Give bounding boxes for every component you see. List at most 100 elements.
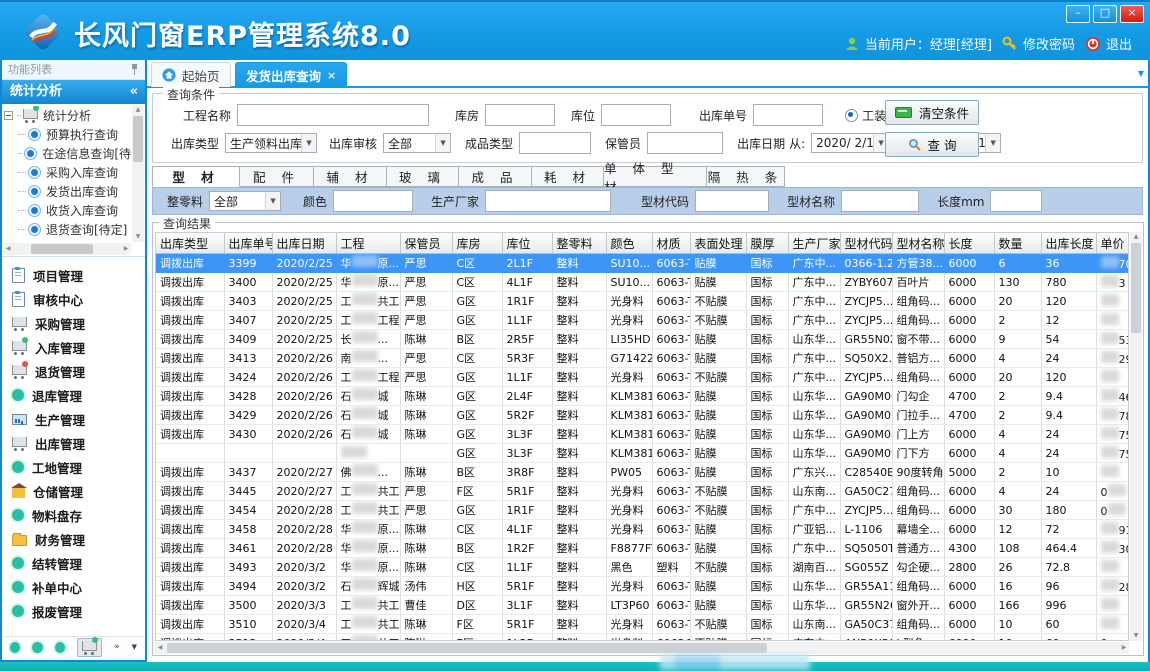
- material-tab-玻璃[interactable]: 玻 璃: [387, 166, 459, 187]
- table-row[interactable]: 调拨出库34932020/3/2华原...陈琳C区1L1F整料黑色塑料不贴膜国标…: [156, 558, 1129, 577]
- pin-icon[interactable]: [130, 64, 139, 75]
- tree-item-退库管理[待定][interactable]: 退库管理[待定]: [4, 239, 131, 242]
- column-header-库房[interactable]: 库房: [452, 233, 502, 254]
- column-header-保管员[interactable]: 保管员: [400, 233, 452, 254]
- table-row[interactable]: 调拨出库34372020/2/27佛...陈琳B区3R8F整料PW056063-…: [156, 463, 1129, 482]
- color-input[interactable]: [333, 190, 413, 212]
- column-header-型材代码[interactable]: 型材代码: [840, 233, 892, 254]
- table-row[interactable]: 调拨出库34282020/2/26石城陈琳G区2L4F整料KLM38176063…: [156, 387, 1129, 406]
- project-name-input[interactable]: [237, 104, 429, 126]
- material-tab-配件[interactable]: 配 件: [240, 166, 314, 187]
- profile-code-input[interactable]: [695, 190, 769, 212]
- column-header-库位[interactable]: 库位: [502, 233, 552, 254]
- maximize-button[interactable]: □: [1093, 5, 1117, 23]
- table-row[interactable]: 调拨出库34092020/2/25长...陈琳B区2R5F整料LI35HD606…: [156, 330, 1129, 349]
- out-type-select[interactable]: 生产领料出库▼: [225, 133, 317, 153]
- minimize-button[interactable]: –: [1066, 5, 1090, 23]
- sidebar-module-入库管理[interactable]: 入库管理: [12, 335, 145, 359]
- section-header-statistics[interactable]: 统计分析 «: [2, 80, 145, 104]
- table-row[interactable]: 调拨出库34242020/2/26工工程严思G区1L1F整料光身料6063-T5…: [156, 368, 1129, 387]
- table-horizontal-scrollbar[interactable]: ◀ ▶: [155, 642, 1129, 654]
- sidebar-module-出库管理[interactable]: 出库管理: [12, 431, 145, 455]
- keeper-input[interactable]: [647, 132, 723, 154]
- table-vertical-scrollbar[interactable]: ▲ ▼: [1130, 232, 1142, 641]
- tree-item-发货出库查询[interactable]: 发货出库查询: [4, 182, 131, 201]
- tree-collapse-icon[interactable]: [4, 111, 13, 120]
- material-tab-隔热条[interactable]: 隔 热 条: [707, 166, 785, 187]
- column-header-材质[interactable]: 材质: [652, 233, 690, 254]
- column-header-出库长度[interactable]: 出库长度: [1041, 233, 1096, 254]
- table-row[interactable]: 调拨出库34292020/2/26石城陈琳G区5R2F整料KLM38176063…: [156, 406, 1129, 425]
- column-header-出库单号[interactable]: 出库单号: [224, 233, 272, 254]
- date-from-picker[interactable]: 2020/ 2/16▼: [811, 133, 889, 153]
- tree-item-预算执行查询[interactable]: 预算执行查询: [4, 125, 131, 144]
- sidebar-module-财务管理[interactable]: 财务管理: [12, 527, 145, 551]
- table-row[interactable]: 调拨出库35122020/3/4工共工程陈琳F区1L2F整料光身料6063-T5…: [156, 634, 1129, 642]
- table-row[interactable]: 调拨出库35102020/3/4工共工程陈琳F区5R1F整料光身料6063-T5…: [156, 615, 1129, 634]
- table-row[interactable]: 调拨出库34612020/2/28华原...陈琳B区1R2F整料F8877FT6…: [156, 539, 1129, 558]
- column-header-型材名称[interactable]: 型材名称: [892, 233, 944, 254]
- radio-gongzhuang[interactable]: 工装: [845, 107, 886, 124]
- sidebar-module-报废管理[interactable]: 报废管理: [12, 599, 145, 623]
- product-type-input[interactable]: [519, 132, 591, 154]
- location-input[interactable]: [601, 104, 671, 126]
- sidebar-module-物料盘存[interactable]: 物料盘存: [12, 503, 145, 527]
- profile-name-input[interactable]: [841, 190, 919, 212]
- clear-conditions-button[interactable]: 清空条件: [885, 100, 979, 125]
- tab-home[interactable]: 起始页: [151, 62, 231, 87]
- material-tab-辅材[interactable]: 辅 材: [314, 166, 387, 187]
- sidebar-module-结转管理[interactable]: 结转管理: [12, 551, 145, 575]
- sidebar-module-项目管理[interactable]: 项目管理: [12, 263, 145, 287]
- table-row[interactable]: 调拨出库34072020/2/25工工程严思G区1L1F整料光身料6063-T5…: [156, 311, 1129, 330]
- table-row[interactable]: 调拨出库34302020/2/26石城陈琳G区3L3F整料KLM38176063…: [156, 425, 1129, 444]
- material-tab-耗材[interactable]: 耗 材: [532, 166, 604, 187]
- sidebar-module-补单中心[interactable]: 补单中心: [12, 575, 145, 599]
- tree-item-在途信息查询[待[interactable]: 在途信息查询[待: [4, 144, 131, 163]
- out-audit-select[interactable]: 全部▼: [383, 133, 451, 153]
- column-header-出库日期[interactable]: 出库日期: [272, 233, 336, 254]
- tab-outbound-query[interactable]: 发货出库查询 ×: [235, 62, 347, 87]
- table-row[interactable]: 调拨出库33992020/2/25华原...严思C区2L1F整料SU10...6…: [156, 254, 1129, 273]
- panel-dot-icon[interactable]: [32, 642, 42, 653]
- whole-part-select[interactable]: 全部▼: [209, 191, 281, 211]
- collapse-icon[interactable]: «: [130, 80, 138, 104]
- tab-close-icon[interactable]: ×: [327, 69, 336, 82]
- tree-root-statistics[interactable]: 统计分析: [4, 106, 131, 125]
- tree-item-退货查询[待定][interactable]: 退货查询[待定]: [4, 220, 131, 239]
- more-panels-button[interactable]: »: [114, 643, 120, 652]
- table-row[interactable]: 调拨出库34542020/2/28工共工程严思G区1R1F整料光身料6063-T…: [156, 501, 1129, 520]
- close-button[interactable]: ×: [1120, 5, 1144, 23]
- tree-horizontal-scrollbar[interactable]: ◀ ▶: [3, 243, 131, 255]
- material-tab-型材[interactable]: 型 材: [152, 166, 240, 187]
- sidebar-module-审核中心[interactable]: 审核中心: [12, 287, 145, 311]
- table-row[interactable]: 调拨出库34132020/2/26南...严思C区5R3F整料G71422606…: [156, 349, 1129, 368]
- column-header-工程[interactable]: 工程: [336, 233, 400, 254]
- tree-item-收货入库查询[interactable]: 收货入库查询: [4, 201, 131, 220]
- panel-dot-icon[interactable]: [55, 642, 65, 653]
- change-password-button[interactable]: 修改密码: [1002, 34, 1075, 53]
- panel-dot-icon[interactable]: [10, 642, 20, 653]
- maker-input[interactable]: [485, 190, 611, 212]
- tree-item-采购入库查询[interactable]: 采购入库查询: [4, 163, 131, 182]
- length-mm-input[interactable]: [990, 190, 1042, 212]
- column-header-单价[interactable]: 单价: [1096, 233, 1129, 254]
- column-header-颜色[interactable]: 颜色: [606, 233, 652, 254]
- column-header-数量[interactable]: 数量: [994, 233, 1041, 254]
- tree-vertical-scrollbar[interactable]: ▲ ▼: [132, 105, 144, 242]
- sidebar-module-生产管理[interactable]: 生产管理: [12, 407, 145, 431]
- column-header-整零料[interactable]: 整零料: [552, 233, 606, 254]
- out-no-input[interactable]: [753, 104, 823, 126]
- sidebar-module-工地管理[interactable]: 工地管理: [12, 455, 145, 479]
- table-row[interactable]: 调拨出库34582020/2/28华原...陈琳C区4L1F整料光身料6063-…: [156, 520, 1129, 539]
- sidebar-module-采购管理[interactable]: 采购管理: [12, 311, 145, 335]
- column-header-出库类型[interactable]: 出库类型: [156, 233, 224, 254]
- logout-button[interactable]: 退出: [1085, 34, 1132, 53]
- table-row[interactable]: 调拨出库34002020/2/25华原...严思C区4L1F整料SU10...6…: [156, 273, 1129, 292]
- material-tab-单体型材[interactable]: 单 体 型 材: [604, 166, 707, 187]
- table-row[interactable]: 调拨出库34942020/3/2石辉城汤伟H区5R1F整料光身料6063-T5贴…: [156, 577, 1129, 596]
- sidebar-module-仓储管理[interactable]: 仓储管理: [12, 479, 145, 503]
- panels-dropdown-icon[interactable]: ▼: [132, 643, 137, 652]
- table-row[interactable]: 调拨出库34032020/2/25工共工程严思G区1R1F整料光身料6063-T…: [156, 292, 1129, 311]
- table-row[interactable]: 调拨出库34452020/2/27工共工程严思F区5R1F整料光身料6063-T…: [156, 482, 1129, 501]
- warehouse-input[interactable]: [485, 104, 555, 126]
